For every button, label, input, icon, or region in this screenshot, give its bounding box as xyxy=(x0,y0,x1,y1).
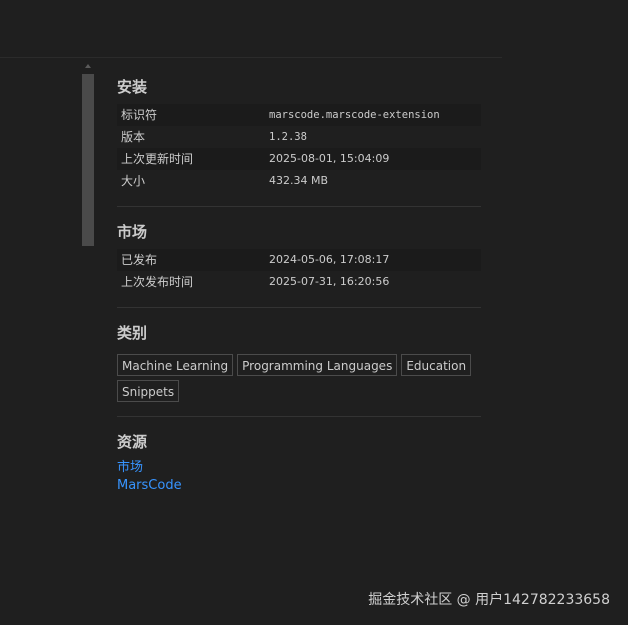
identifier-value: marscode.marscode-extension xyxy=(269,109,440,121)
table-row: 上次发布时间 2025-07-31, 16:20:56 xyxy=(117,271,481,293)
category-tag-programming-languages[interactable]: Programming Languages xyxy=(237,354,398,376)
extension-details-panel: 安装 标识符 marscode.marscode-extension 版本 1.… xyxy=(117,70,481,495)
table-row: 标识符 marscode.marscode-extension xyxy=(117,104,481,126)
published-label: 已发布 xyxy=(121,253,158,267)
table-row: 大小 432.34 MB xyxy=(117,170,481,192)
size-label: 大小 xyxy=(121,174,146,188)
section-divider xyxy=(117,206,481,207)
size-value: 432.34 MB xyxy=(269,174,329,187)
published-value: 2024-05-06, 17:08:17 xyxy=(269,253,390,266)
identifier-label: 标识符 xyxy=(121,108,158,122)
last-released-value: 2025-07-31, 16:20:56 xyxy=(269,275,390,288)
table-row: 已发布 2024-05-06, 17:08:17 xyxy=(117,249,481,271)
category-tag-education[interactable]: Education xyxy=(401,354,472,376)
last-updated-label: 上次更新时间 xyxy=(121,152,194,166)
scroll-up-arrow-icon[interactable] xyxy=(85,64,91,68)
category-tag-snippets[interactable]: Snippets xyxy=(117,380,180,402)
version-label: 版本 xyxy=(121,130,146,144)
scrollbar[interactable] xyxy=(82,64,94,604)
table-row: 上次更新时间 2025-08-01, 15:04:09 xyxy=(117,148,481,170)
category-tags: Machine Learning Programming Languages E… xyxy=(117,354,481,402)
marscode-link[interactable]: MarsCode xyxy=(117,477,481,495)
marketplace-link[interactable]: 市场 xyxy=(117,459,481,477)
categories-section-title: 类别 xyxy=(117,324,148,342)
marketplace-table: 已发布 2024-05-06, 17:08:17 上次发布时间 2025-07-… xyxy=(117,249,481,293)
last-updated-value: 2025-08-01, 15:04:09 xyxy=(269,152,390,165)
top-bar xyxy=(0,0,502,58)
install-section-title: 安装 xyxy=(117,78,148,96)
last-released-label: 上次发布时间 xyxy=(121,275,194,289)
category-tag-machine-learning[interactable]: Machine Learning xyxy=(117,354,234,376)
watermark: 掘金技术社区 @ 用户142782233658 xyxy=(368,592,610,608)
scrollbar-thumb[interactable] xyxy=(82,74,94,246)
version-value: 1.2.38 xyxy=(269,131,307,143)
install-table: 标识符 marscode.marscode-extension 版本 1.2.3… xyxy=(117,104,481,192)
resources-section-title: 资源 xyxy=(117,433,148,451)
table-row: 版本 1.2.38 xyxy=(117,126,481,148)
marketplace-section-title: 市场 xyxy=(117,223,148,241)
section-divider xyxy=(117,307,481,308)
section-divider xyxy=(117,416,481,417)
